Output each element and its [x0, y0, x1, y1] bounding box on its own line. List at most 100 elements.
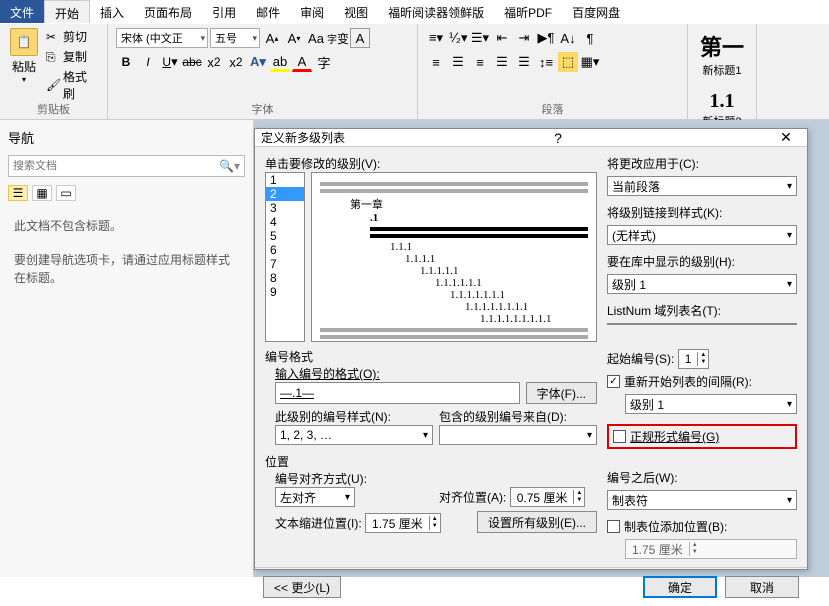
align-right-button[interactable]: ≡ [470, 52, 490, 72]
superscript-button[interactable]: x2 [226, 52, 246, 72]
tab-foxit[interactable]: 福昕阅读器领鲜版 [378, 0, 494, 23]
phonetic-guide-button[interactable]: 字变 [328, 28, 348, 48]
align-combo[interactable]: 左对齐 [275, 487, 355, 507]
level-list[interactable]: 1 2 3 4 5 6 7 8 9 [265, 172, 305, 342]
strike-button[interactable]: abc [182, 52, 202, 72]
font-color-button[interactable]: A [292, 52, 312, 72]
cancel-button[interactable]: 取消 [725, 576, 799, 598]
tab-review[interactable]: 审阅 [290, 0, 334, 23]
increase-indent-button[interactable]: ⇥ [514, 28, 534, 48]
clear-format-button[interactable]: A [350, 28, 370, 48]
tab-home[interactable]: 开始 [44, 0, 90, 23]
enclose-char-button[interactable]: 字 [314, 52, 334, 72]
nav-empty-msg: 此文档不包含标题。 [8, 217, 245, 235]
ok-button[interactable]: 确定 [643, 576, 717, 598]
less-button[interactable]: << 更少(L) [263, 576, 341, 598]
highlight-button[interactable]: ab [270, 52, 290, 72]
gallery-combo[interactable]: 级别 1 [607, 274, 797, 294]
multilevel-list-dialog: 定义新多级列表 ? ✕ 单击要修改的级别(V): 1 2 3 4 5 6 7 8… [254, 128, 808, 570]
style-heading1[interactable]: 第一 新标题1 [696, 28, 748, 80]
tab-foxitpdf[interactable]: 福昕PDF [494, 0, 562, 23]
grow-font-button[interactable]: A▴ [262, 28, 282, 48]
pages-tab[interactable]: ▦ [32, 185, 52, 201]
borders-button[interactable]: ▦▾ [580, 52, 600, 72]
tab-at-checkbox[interactable] [607, 520, 620, 533]
restart-combo[interactable]: 级别 1 [625, 394, 797, 414]
underline-button[interactable]: U▾ [160, 52, 180, 72]
show-marks-button[interactable]: ¶ [580, 28, 600, 48]
tab-insert[interactable]: 插入 [90, 0, 134, 23]
line-spacing-button[interactable]: ↕≡ [536, 52, 556, 72]
link-style-combo[interactable]: (无样式) [607, 225, 797, 245]
paste-button[interactable]: 📋 粘贴 ▾ [6, 26, 42, 104]
start-at-spinner[interactable]: 1▲▼ [678, 349, 710, 369]
results-tab[interactable]: ▭ [56, 185, 76, 201]
restart-checkbox[interactable]: ✓ [607, 375, 620, 388]
search-field[interactable] [13, 160, 219, 172]
include-level-label: 包含的级别编号来自(D): [439, 408, 597, 425]
nav-hint-msg: 要创建导航选项卡，请通过应用标题样式在标题。 [8, 251, 245, 287]
search-icon[interactable]: 🔍▾ [219, 159, 240, 173]
bold-button[interactable]: B [116, 52, 136, 72]
text-effects-button[interactable]: A▾ [248, 52, 268, 72]
number-format-input[interactable]: —.1— [275, 382, 520, 404]
num-style-combo[interactable]: 1, 2, 3, … [275, 425, 433, 445]
subscript-button[interactable]: x2 [204, 52, 224, 72]
link-style-label: 将级别链接到样式(K): [607, 204, 797, 221]
font-name-combo[interactable]: 宋体 (中文正 [116, 28, 208, 48]
distribute-button[interactable]: ☰ [514, 52, 534, 72]
align-at-label: 对齐位置(A): [439, 491, 506, 505]
cut-button[interactable]: ✂剪切 [46, 28, 97, 45]
follow-label: 编号之后(W): [607, 469, 797, 486]
ribbon-body: 📋 粘贴 ▾ ✂剪切 ⎘复制 🖌格式刷 剪贴板 宋体 (中文正 五号 A▴ A▾… [0, 24, 829, 120]
copy-button[interactable]: ⎘复制 [46, 48, 97, 65]
tab-ref[interactable]: 引用 [202, 0, 246, 23]
enter-fmt-label: 输入编号的格式(O): [275, 365, 597, 382]
group-para-label: 段落 [418, 101, 687, 117]
scissors-icon: ✂ [46, 30, 60, 44]
ltr-button[interactable]: ▶¶ [536, 28, 556, 48]
align-left-button[interactable]: ≡ [426, 52, 446, 72]
follow-combo[interactable]: 制表符 [607, 490, 797, 510]
numbering-button[interactable]: ⅟₂▾ [448, 28, 468, 48]
apply-to-combo[interactable]: 当前段落 [607, 176, 797, 196]
ribbon-tabs: 文件 开始 插入 页面布局 引用 邮件 审阅 视图 福昕阅读器领鲜版 福昕PDF… [0, 0, 829, 24]
bullets-button[interactable]: ≡▾ [426, 28, 446, 48]
font-button[interactable]: 字体(F)... [526, 382, 597, 404]
gallery-label: 要在库中显示的级别(H): [607, 253, 797, 270]
shrink-font-button[interactable]: A▾ [284, 28, 304, 48]
shading-button[interactable]: ⬚ [558, 52, 578, 72]
listnum-label: ListNum 域列表名(T): [607, 302, 797, 319]
tab-mail[interactable]: 邮件 [246, 0, 290, 23]
tab-baidu[interactable]: 百度网盘 [562, 0, 630, 23]
multilevel-button[interactable]: ☰▾ [470, 28, 490, 48]
sort-button[interactable]: A↓ [558, 28, 578, 48]
search-input[interactable]: 🔍▾ [8, 155, 245, 177]
nav-title: 导航 [8, 128, 245, 147]
tab-file[interactable]: 文件 [0, 0, 44, 23]
headings-tab[interactable]: ☰ [8, 185, 28, 201]
pos-section-label: 位置 [265, 453, 597, 470]
listnum-input[interactable] [607, 323, 797, 325]
set-all-button[interactable]: 设置所有级别(E)... [477, 511, 597, 533]
justify-button[interactable]: ☰ [492, 52, 512, 72]
help-button[interactable]: ? [548, 130, 568, 146]
decrease-indent-button[interactable]: ⇤ [492, 28, 512, 48]
legal-checkbox[interactable] [613, 430, 626, 443]
indent-spinner[interactable]: 1.75 厘米▲▼ [365, 513, 441, 533]
clipboard-icon: 📋 [10, 28, 38, 56]
copy-icon: ⎘ [46, 50, 60, 64]
tab-view[interactable]: 视图 [334, 0, 378, 23]
align-center-button[interactable]: ☰ [448, 52, 468, 72]
close-button[interactable]: ✕ [771, 129, 801, 146]
align-at-spinner[interactable]: 0.75 厘米▲▼ [510, 487, 586, 507]
change-case-button[interactable]: Aa [306, 28, 326, 48]
tab-at-spinner[interactable]: 1.75 厘米▲▼ [625, 539, 797, 559]
italic-button[interactable]: I [138, 52, 158, 72]
font-size-combo[interactable]: 五号 [210, 28, 260, 48]
format-painter-button[interactable]: 🖌格式刷 [46, 68, 97, 102]
restart-label: 重新开始列表的间隔(R): [624, 373, 752, 390]
tab-layout[interactable]: 页面布局 [134, 0, 202, 23]
include-level-combo[interactable] [439, 425, 597, 445]
group-font-label: 字体 [108, 101, 417, 117]
